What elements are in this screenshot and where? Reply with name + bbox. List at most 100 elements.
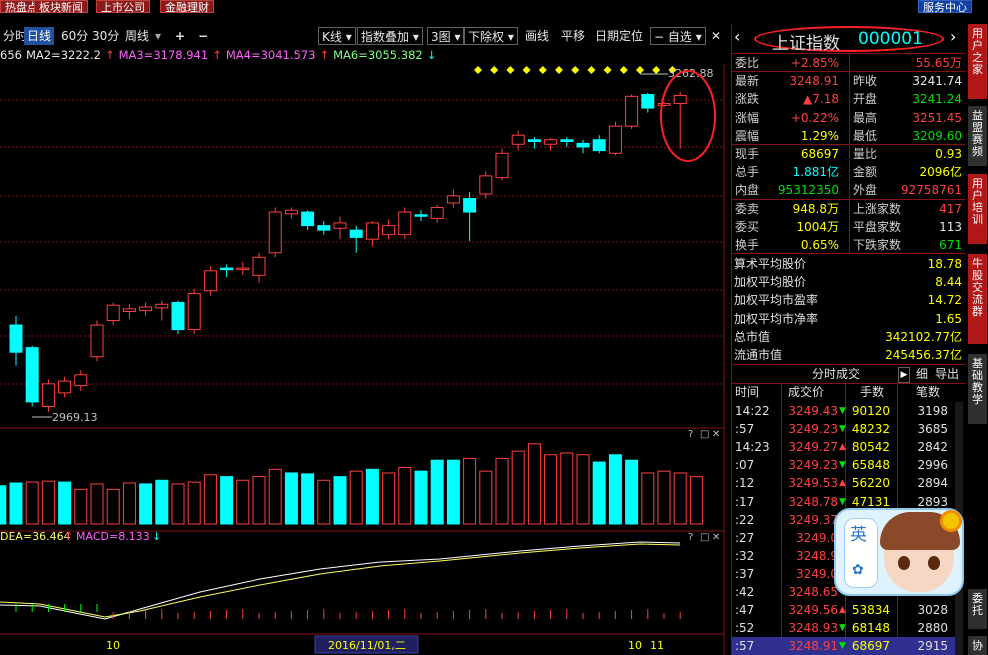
trade-count: 2842	[917, 440, 948, 455]
period-daily[interactable]: 日线	[24, 27, 55, 45]
index-code: 000001	[858, 29, 923, 49]
candle-body	[479, 175, 493, 195]
trade-count: 3198	[917, 404, 948, 418]
candle-body	[560, 139, 574, 143]
candle-body	[463, 197, 477, 213]
sidebar-tab[interactable]: 委托	[968, 589, 987, 629]
quote-label-2: 外盘	[853, 183, 878, 198]
quote-value-2: 3209.60	[912, 128, 962, 143]
trade-volume: 68697	[851, 639, 890, 654]
period-60min[interactable]: 60分	[58, 27, 91, 45]
signal-diamond	[619, 66, 628, 74]
draw-line-button[interactable]: 画线	[522, 27, 552, 45]
zoom-in-button[interactable]: +	[172, 27, 188, 45]
panel-max-icon: □	[700, 429, 709, 440]
ime-mode-label: 英	[850, 525, 867, 545]
quote-value: 1004万	[796, 219, 839, 234]
trade-volume: 56220	[851, 476, 890, 491]
next-stock-icon[interactable]: ›	[950, 27, 966, 46]
quote-value: 3248.91	[789, 74, 839, 89]
period-weekly[interactable]: 周线	[122, 27, 152, 45]
ex-rights-select[interactable]: 下除权 ▾	[464, 27, 518, 45]
top-tab-2[interactable]: 上市公司	[96, 0, 150, 14]
trade-count: 2915	[917, 639, 948, 654]
date-locate-button[interactable]: 日期定位	[592, 27, 646, 45]
trade-direction-icon: ▲	[839, 478, 846, 489]
multi-chart-select[interactable]: 3图 ▾	[427, 27, 465, 45]
kline-type-select[interactable]: K线 ▾	[318, 27, 356, 45]
stat-label: 加权平均市净率	[734, 311, 819, 326]
kline-chart-area[interactable]: 3262.88 2969.13 ? □ ✕ ? □ ✕ DEA=36.464 ↑…	[0, 64, 728, 655]
macd-help-icon: ?	[688, 532, 693, 543]
trade-row[interactable]: :57 3249.23 ▼ 48232 3685	[732, 420, 962, 438]
trade-row[interactable]: :12 3249.53 ▲ 56220 2894	[732, 474, 962, 492]
export-button[interactable]: 导出	[935, 365, 959, 383]
sidebar-tab[interactable]: 牛股交流群	[968, 254, 987, 344]
gear-icon[interactable]: ✿	[852, 562, 864, 578]
quote-label: 换手	[735, 238, 760, 252]
quote-value: 95312350	[777, 183, 839, 198]
zoom-out-button[interactable]: −	[195, 27, 211, 45]
index-overlay-select[interactable]: 指数叠加 ▾	[357, 27, 423, 45]
sidebar-tab[interactable]: 协	[968, 636, 987, 655]
volume-bar	[430, 459, 444, 525]
ime-floating-widget[interactable]: 英 ✿	[834, 508, 964, 596]
quote-label: 震幅	[735, 128, 760, 143]
play-icon[interactable]: ▶	[898, 367, 910, 383]
quote-value: 1.881亿	[792, 165, 839, 180]
trade-time: :42	[735, 585, 755, 599]
trade-time: :57	[735, 422, 755, 437]
service-center-button[interactable]: 服务中心	[918, 0, 972, 14]
trade-direction-icon: ▲	[839, 605, 846, 616]
volume-bar	[689, 476, 703, 525]
trade-volume: 48232	[851, 422, 890, 437]
dropdown-arrow-icon[interactable]: ▾	[152, 27, 164, 45]
sidebar-tab[interactable]: 基础教学	[968, 354, 987, 424]
trade-volume: 90120	[851, 404, 890, 418]
quote-value-2: 3241.24	[912, 92, 962, 107]
volume-bar	[203, 474, 217, 525]
sidebar-tab[interactable]: 用户培训	[968, 174, 987, 244]
volume-bar	[414, 470, 428, 525]
volume-bar	[220, 476, 234, 525]
pan-button[interactable]: 平移	[558, 27, 588, 45]
prev-stock-icon[interactable]: ‹	[734, 27, 750, 46]
stat-value: 342102.77亿	[885, 329, 962, 344]
volume-bar	[301, 473, 315, 525]
stat-row: 流通市值 245456.37亿	[732, 346, 965, 364]
signal-diamond	[490, 66, 499, 74]
trade-volume: 80542	[851, 440, 890, 455]
close-icon[interactable]: ✕	[708, 27, 724, 45]
quote-label-2: 开盘	[853, 92, 878, 107]
trade-time: :47	[735, 603, 755, 618]
candle-body	[41, 383, 55, 407]
trade-row[interactable]: :47 3249.56 ▲ 53834 3028	[732, 601, 962, 619]
candle-body	[301, 211, 315, 227]
detail-button[interactable]: 细	[916, 365, 928, 383]
trade-row[interactable]: :52 3248.93 ▼ 68148 2880	[732, 619, 962, 637]
watchlist-select[interactable]: − 自选 ▾	[650, 27, 706, 45]
top-tab-1[interactable]: 板块新闻	[34, 0, 88, 14]
ex-rights-label: 下除权	[468, 30, 505, 44]
high-price-label: 3262.88	[668, 67, 714, 80]
dif-line	[0, 541, 681, 620]
trade-row[interactable]: :07 3249.23 ▼ 65848 2996	[732, 456, 962, 474]
candle-body	[252, 256, 266, 276]
stat-label: 加权平均股价	[734, 275, 807, 290]
signal-diamond	[522, 66, 531, 74]
quote-value-2: 417	[939, 201, 962, 216]
trade-row[interactable]: :57 3248.91 ▼ 68697 2915	[732, 637, 962, 655]
stat-label: 流通市值	[734, 348, 783, 362]
trade-row[interactable]: 14:23 3249.27 ▲ 80542 2842	[732, 438, 962, 456]
top-tab-3[interactable]: 金融理财	[160, 0, 214, 14]
candle-body	[317, 225, 331, 231]
candle-body	[592, 139, 606, 152]
trade-row[interactable]: 14:22 3249.43 ▼ 90120 3198	[732, 402, 962, 420]
panel-help-icon: ?	[688, 429, 693, 440]
volume-bar	[90, 483, 104, 525]
trade-price: 3249.43	[788, 404, 838, 418]
sidebar-tab[interactable]: 用户之家	[968, 24, 987, 99]
sidebar-tab[interactable]: 益盟赛频	[968, 106, 987, 166]
period-30min[interactable]: 30分	[89, 27, 122, 45]
quote-label-2: 昨收	[853, 74, 878, 89]
